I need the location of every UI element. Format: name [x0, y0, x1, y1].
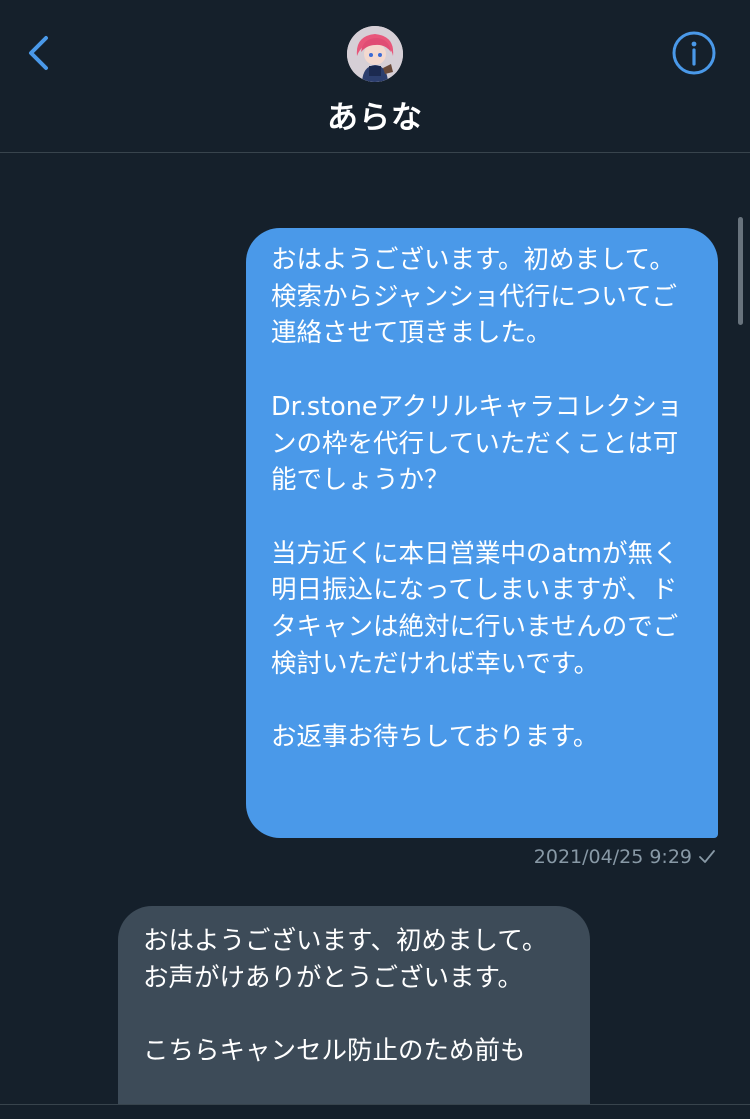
chevron-left-icon	[29, 36, 48, 70]
back-button[interactable]	[20, 28, 60, 78]
header-divider	[0, 152, 750, 153]
scrollbar[interactable]	[738, 217, 743, 325]
composer-area	[0, 1105, 750, 1119]
incoming-message-bubble[interactable]: おはようございます、初めまして。お声がけありがとうございます。 こちらキャンセル…	[118, 906, 590, 1119]
info-icon	[672, 31, 716, 75]
outgoing-message-bubble[interactable]: おはようございます。初めまして。検索からジャンショ代行についてご連絡させて頂きま…	[246, 228, 718, 838]
conversation-header: あらな	[0, 0, 750, 152]
avatar-image	[347, 26, 403, 82]
check-icon	[699, 850, 715, 863]
dm-conversation-screen: あらな おはようございます。初めまして。検索からジャンショ代行についてご連絡させ…	[0, 0, 750, 1119]
conversation-title: あらな	[327, 100, 423, 136]
info-button[interactable]	[671, 30, 717, 76]
avatar[interactable]	[347, 26, 403, 82]
message-meta: 2021/04/25 9:29	[534, 846, 716, 868]
message-timestamp: 2021/04/25 9:29	[533, 846, 692, 868]
